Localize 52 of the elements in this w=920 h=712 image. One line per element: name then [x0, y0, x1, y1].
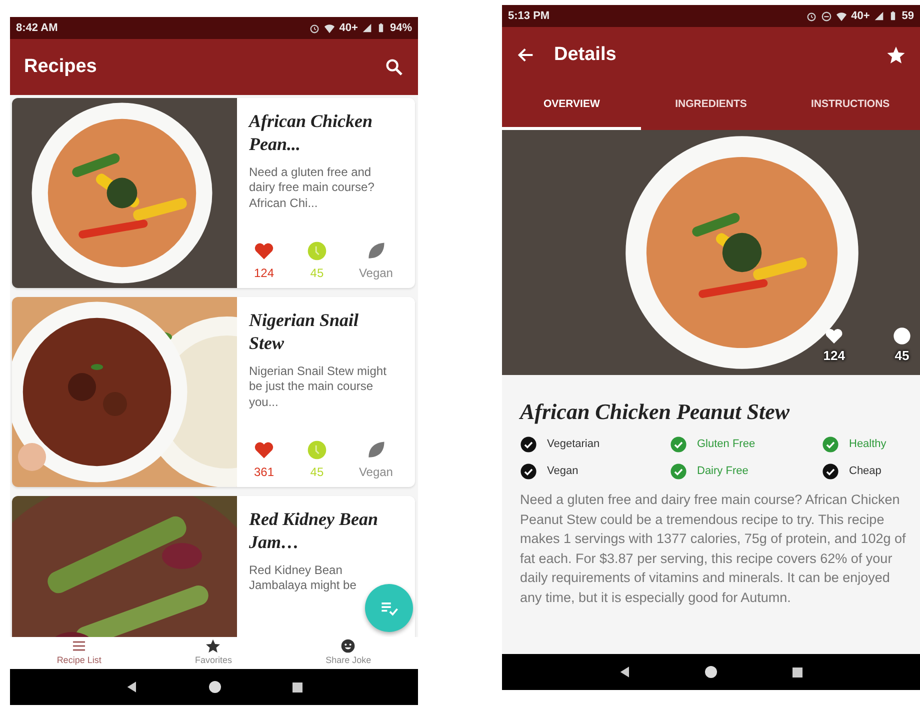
alarm-icon	[806, 10, 818, 22]
home-icon[interactable]	[703, 664, 720, 680]
recipe-title: Nigerian Snail Stew	[249, 309, 360, 356]
tab[interactable]: INGREDIENTS	[641, 83, 781, 130]
like-count: 361	[254, 464, 274, 481]
tag-label: Vegan	[547, 464, 578, 480]
star-icon[interactable]	[886, 45, 906, 65]
like-count: 124	[823, 346, 845, 364]
recipe-title: Red Kidney Bean Jam…	[249, 508, 379, 554]
tag-label: Vegetarian	[547, 437, 600, 452]
recipe-description: Need a gluten free and dairy free main course? African Chi...	[249, 164, 376, 212]
status-time: 5:13 PM	[508, 8, 550, 24]
nav-tab[interactable]: Favorites	[194, 638, 232, 668]
signal-icon	[362, 23, 372, 33]
recipe-summary: Need a gluten free and dairy free main course? African Chicken Peanut Stew could be a tremendous recipe to try. This recipe makes 1 servings with 1377 calories, 75g of protein, and 102g of fat each. For $3.87 per serving, this recipe covers 62% of your daily requirements of vitamins and minerals. It can be enjoyed any time, but it is especially good for Autumn.	[520, 491, 906, 607]
recents-icon[interactable]	[290, 680, 304, 694]
tag-label: Dairy Free	[697, 464, 748, 480]
search-icon[interactable]	[384, 57, 404, 77]
recipe-card[interactable]: Nigerian Snail Stew Nigerian Snail Stew might be just the main course you... 361 45 Vegan	[12, 297, 415, 487]
recipe-description: Nigerian Snail Stew might be just the main course you...	[249, 364, 388, 411]
tag-label: Cheap	[849, 464, 882, 480]
battery-level: 59	[902, 8, 914, 24]
recipe-title: African Chicken Pean...	[249, 110, 374, 156]
signal-icon	[874, 11, 884, 21]
recipe-card[interactable]: Red Kidney Bean Jam… Red Kidney Bean Jambalaya might be	[12, 496, 415, 637]
recipe-title: African Chicken Peanut Stew	[520, 398, 791, 426]
home-icon[interactable]	[206, 679, 222, 695]
star-icon	[205, 638, 222, 654]
recipe-description: Red Kidney Bean Jambalaya might be	[249, 562, 358, 594]
cooking-time: 45	[894, 346, 910, 364]
diet-label: Vegan	[358, 265, 393, 282]
cooking-time: 45	[310, 265, 324, 282]
recipe-card[interactable]: African Chicken Pean... Need a gluten free and dairy free main course? African Chi... 124 45 Vegan	[12, 98, 415, 288]
wifi-icon	[836, 10, 848, 22]
do-not-disturb-icon	[821, 10, 832, 22]
network-type: 40+	[851, 8, 870, 24]
diet-label: Vegan	[358, 464, 393, 481]
tab[interactable]: INSTRUCTIONS	[780, 83, 920, 130]
network-type: 40+	[339, 20, 358, 36]
nav-tab[interactable]: Share Joke	[326, 638, 372, 668]
tag-label: Gluten Free	[697, 437, 756, 452]
app-title: Recipes	[24, 54, 97, 79]
wifi-icon	[324, 22, 336, 34]
status-time: 8:42 AM	[16, 20, 58, 36]
like-count: 124	[254, 265, 274, 282]
app-title: Details	[554, 42, 616, 67]
battery-level: 94%	[390, 20, 412, 36]
recents-icon[interactable]	[790, 664, 805, 680]
cooking-time: 45	[310, 464, 324, 481]
nav-tab[interactable]: Recipe List	[56, 638, 102, 668]
alarm-icon	[309, 22, 320, 34]
tag-label: Healthy	[849, 437, 886, 452]
